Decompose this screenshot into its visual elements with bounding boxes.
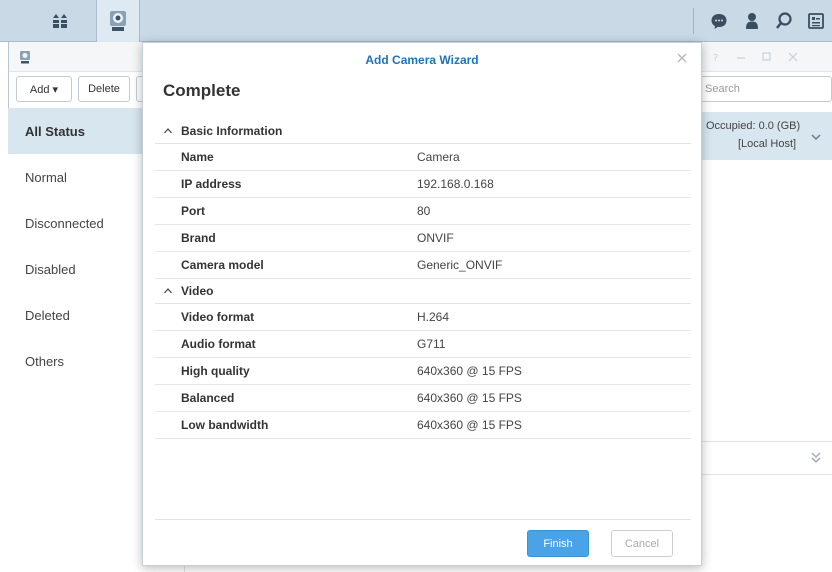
row-value: Generic_ONVIF — [417, 258, 503, 272]
table-row: Name Camera — [155, 144, 691, 171]
row-key: Camera model — [181, 258, 264, 272]
row-value: 640x360 @ 15 FPS — [417, 391, 522, 405]
close-icon[interactable] — [675, 51, 689, 65]
row-key: High quality — [181, 364, 250, 378]
taskbar-separator — [693, 8, 694, 34]
row-key: Name — [181, 150, 214, 164]
chevron-down-icon[interactable] — [810, 132, 822, 142]
table-row: Camera model Generic_ONVIF — [155, 252, 691, 279]
dialog-title: Add Camera Wizard — [365, 53, 479, 67]
table-row: Brand ONVIF — [155, 225, 691, 252]
delete-button[interactable]: Delete — [78, 76, 130, 102]
main-menu-button[interactable] — [38, 0, 82, 42]
section-basic-information[interactable]: Basic Information — [155, 119, 691, 144]
search-icon — [776, 12, 792, 29]
host-text: [Local Host] — [738, 138, 797, 150]
add-button[interactable]: Add ▾ — [16, 76, 72, 102]
row-value: ONVIF — [417, 231, 454, 245]
row-key: Video format — [181, 310, 255, 324]
svg-text:?: ? — [713, 53, 718, 64]
table-row: High quality 640x360 @ 15 FPS — [155, 358, 691, 385]
window-controls-icon[interactable]: ? — [709, 50, 829, 64]
dialog-footer: Finish Cancel — [155, 519, 691, 565]
cancel-button[interactable]: Cancel — [611, 530, 673, 557]
chevron-up-icon — [164, 288, 172, 294]
table-row: Audio format G711 — [155, 331, 691, 358]
table-row: Balanced 640x360 @ 15 FPS — [155, 385, 691, 412]
user-icon — [746, 13, 758, 29]
section-title: Video — [181, 284, 214, 298]
row-key: Audio format — [181, 337, 256, 351]
row-key: Port — [181, 204, 205, 218]
row-value: 640x360 @ 15 FPS — [417, 364, 522, 378]
user-button[interactable] — [737, 0, 767, 42]
finish-button[interactable]: Finish — [527, 530, 589, 557]
detail-panel-header — [690, 441, 832, 475]
table-row: Port 80 — [155, 198, 691, 225]
sidebar-item-label: Disconnected — [25, 215, 104, 231]
main-menu-icon — [53, 14, 67, 28]
surveillance-app-button[interactable] — [96, 0, 140, 42]
occupied-text: Occupied: 0.0 (GB) — [706, 120, 801, 132]
widgets-icon — [808, 13, 824, 29]
row-value: 640x360 @ 15 FPS — [417, 418, 522, 432]
table-row: Low bandwidth 640x360 @ 15 FPS — [155, 412, 691, 439]
taskbar — [0, 0, 832, 42]
search-button[interactable] — [769, 0, 799, 42]
row-key: IP address — [181, 177, 242, 191]
table-row: Video format H.264 — [155, 304, 691, 331]
add-camera-wizard-dialog: Add Camera Wizard Complete Basic Informa… — [142, 42, 702, 566]
sidebar-item-label: Deleted — [25, 307, 70, 323]
section-video[interactable]: Video — [155, 279, 691, 304]
app-window-icon — [20, 51, 30, 64]
section-title: Basic Information — [181, 124, 283, 138]
row-value: G711 — [417, 337, 446, 351]
row-key: Brand — [181, 231, 216, 245]
sidebar-item-label: Normal — [25, 169, 67, 185]
double-chevron-down-icon[interactable] — [810, 451, 822, 465]
surveillance-app-icon — [110, 11, 126, 31]
sidebar-item-label: Others — [25, 353, 65, 369]
chat-icon — [711, 14, 727, 29]
storage-summary-row[interactable]: Occupied: 0.0 (GB) [Local Host] — [690, 112, 832, 160]
chevron-up-icon — [164, 128, 172, 134]
summary-table: Basic Information Name Camera IP address 1… — [155, 119, 691, 439]
row-value: 80 — [417, 204, 431, 218]
sidebar-item-label: All Status — [25, 123, 85, 139]
row-value: Camera — [417, 150, 460, 164]
step-heading: Complete — [163, 81, 241, 100]
widgets-button[interactable] — [801, 0, 831, 42]
table-row: IP address 192.168.0.168 — [155, 171, 691, 198]
row-value: H.264 — [417, 310, 450, 324]
row-key: Balanced — [181, 391, 235, 405]
row-value: 192.168.0.168 — [417, 177, 494, 191]
sidebar-item-label: Disabled — [25, 261, 76, 277]
row-key: Low bandwidth — [181, 418, 269, 432]
chat-button[interactable] — [704, 0, 734, 42]
search-input[interactable]: Search — [700, 76, 832, 102]
